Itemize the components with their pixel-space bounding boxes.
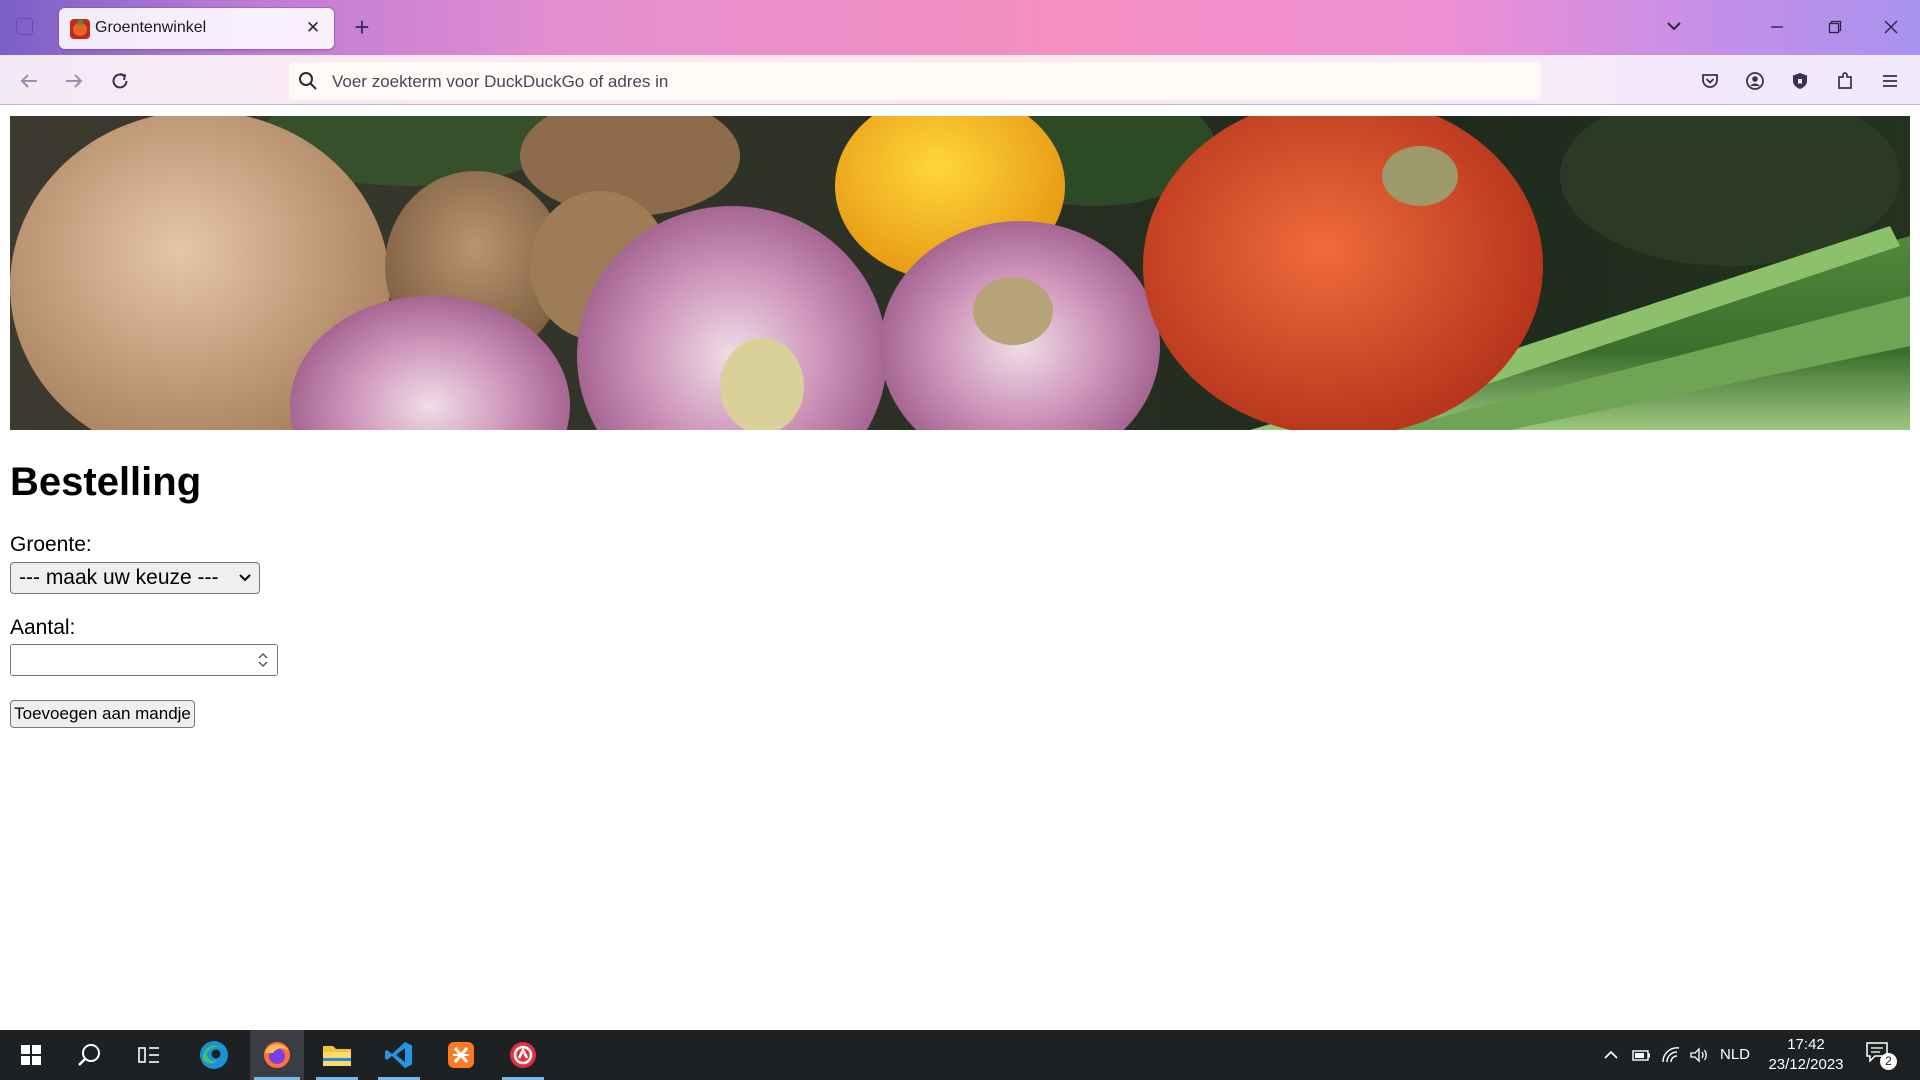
windows-logo-icon [21, 1045, 41, 1065]
clock-date: 23/12/2023 [1768, 1056, 1844, 1073]
battery-icon [1632, 1050, 1650, 1061]
tab-groentenwinkel[interactable]: Groentenwinkel ✕ [59, 8, 334, 49]
navigation-toolbar [0, 55, 1920, 105]
arrow-right-icon [66, 74, 83, 88]
forward-button[interactable] [60, 67, 88, 95]
windows-taskbar: NLD 17:42 23/12/2023 2 [0, 1030, 1920, 1080]
chevron-down-icon [1667, 22, 1681, 31]
tomato-favicon-icon [70, 19, 90, 39]
restore-icon [1828, 20, 1842, 34]
taskbar-edge[interactable] [189, 1030, 239, 1080]
firefox-view-icon[interactable] [16, 18, 33, 35]
chevron-up-icon [1604, 1050, 1618, 1059]
battery-button[interactable] [1630, 1044, 1652, 1066]
clock[interactable]: 17:42 23/12/2023 [1760, 1035, 1852, 1075]
close-icon [1884, 20, 1898, 34]
red-circle-logo-icon [510, 1042, 536, 1068]
puzzle-piece-icon [1838, 72, 1852, 89]
pocket-button[interactable] [1696, 67, 1724, 95]
chevron-down-icon [239, 574, 251, 582]
tab-strip: Groentenwinkel ✕ + [0, 0, 1920, 55]
shield-button[interactable] [1786, 67, 1814, 95]
taskbar-vscode[interactable] [374, 1030, 424, 1080]
taskbar-search-button[interactable] [64, 1030, 114, 1080]
back-button[interactable] [15, 67, 43, 95]
hamburger-menu-icon [1883, 75, 1897, 87]
taskbar-xampp[interactable] [436, 1030, 486, 1080]
task-view-button[interactable] [124, 1030, 174, 1080]
quantity-label: Aantal: [10, 616, 76, 639]
reload-icon [112, 73, 128, 89]
speaker-icon [1690, 1047, 1707, 1063]
firefox-icon [264, 1042, 290, 1068]
address-input[interactable] [330, 62, 1514, 102]
close-window-button[interactable] [1876, 12, 1906, 42]
notification-center-button[interactable]: 2 [1864, 1040, 1898, 1072]
notification-count-badge: 2 [1880, 1053, 1897, 1070]
reload-button[interactable] [106, 67, 134, 95]
close-tab-button[interactable]: ✕ [303, 18, 323, 38]
quantity-field[interactable] [10, 644, 278, 676]
page-title: Bestelling [10, 460, 202, 504]
folder-icon [323, 1046, 351, 1066]
arrow-left-icon [20, 74, 37, 88]
minimize-icon [1771, 26, 1783, 28]
account-icon [1746, 72, 1764, 90]
pocket-icon [1702, 74, 1718, 88]
add-to-cart-button[interactable]: Toevoegen aan mandje [10, 700, 195, 728]
taskbar-file-explorer[interactable] [312, 1030, 362, 1080]
address-bar[interactable] [289, 62, 1541, 102]
vegetables-banner-image [10, 116, 1910, 430]
taskbar-red-app[interactable] [498, 1030, 548, 1080]
xampp-icon [448, 1042, 474, 1068]
search-icon [78, 1044, 100, 1066]
restore-button[interactable] [1820, 12, 1850, 42]
input-language[interactable]: NLD [1720, 1046, 1750, 1063]
search-icon [299, 72, 317, 90]
web-page: Bestelling Groente: --- maak uw keuze --… [0, 105, 1920, 1030]
account-button[interactable] [1741, 67, 1769, 95]
list-all-tabs-button[interactable] [1660, 14, 1688, 40]
wifi-icon [1662, 1047, 1680, 1063]
vegetable-label: Groente: [10, 533, 92, 556]
number-spinner-icon[interactable] [255, 650, 271, 670]
network-button[interactable] [1660, 1044, 1682, 1066]
extensions-button[interactable] [1831, 67, 1859, 95]
edge-icon [200, 1041, 228, 1069]
new-tab-button[interactable]: + [349, 12, 375, 42]
shield-icon [1793, 73, 1807, 89]
app-menu-button[interactable] [1876, 67, 1904, 95]
task-view-icon [138, 1047, 159, 1063]
minimize-button[interactable] [1762, 12, 1792, 42]
show-hidden-icons-button[interactable] [1600, 1044, 1622, 1066]
quantity-input[interactable] [15, 647, 257, 675]
taskbar-firefox[interactable] [250, 1030, 304, 1080]
vscode-icon [385, 1042, 412, 1068]
vegetable-select-value: --- maak uw keuze --- [19, 566, 219, 589]
start-button[interactable] [6, 1030, 56, 1080]
volume-button[interactable] [1688, 1044, 1710, 1066]
vegetable-select[interactable]: --- maak uw keuze --- [10, 562, 260, 594]
clock-time: 17:42 [1787, 1036, 1825, 1053]
tab-title: Groentenwinkel [95, 19, 207, 36]
